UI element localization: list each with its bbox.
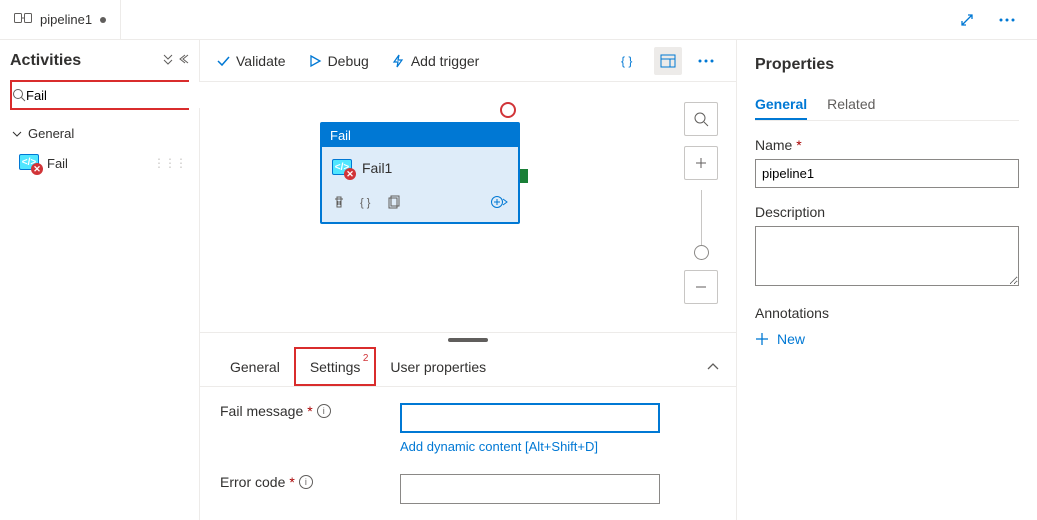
properties-tab-general[interactable]: General: [755, 90, 807, 120]
sidebar-title: Activities: [10, 52, 189, 70]
unsaved-dot-icon: [100, 17, 106, 23]
tab-settings-label: Settings: [310, 359, 361, 375]
add-annotation-button[interactable]: New: [755, 327, 1019, 351]
fail-activity-node[interactable]: Fail </>✕ Fail1 { }: [320, 122, 520, 224]
annotation-circle: [500, 102, 516, 118]
chevron-down-icon: [12, 129, 22, 139]
tab-general[interactable]: General: [216, 347, 294, 386]
info-icon[interactable]: i: [317, 404, 331, 418]
description-label: Description: [755, 204, 1019, 220]
activity-search[interactable]: [10, 80, 189, 110]
validate-label: Validate: [236, 53, 286, 69]
category-label: General: [28, 126, 74, 141]
name-label: Name *: [755, 137, 1019, 153]
pipeline-description-input[interactable]: [755, 226, 1019, 286]
node-type-label: Fail: [322, 124, 518, 147]
code-icon[interactable]: { }: [360, 195, 374, 212]
canvas-toolbar: Validate Debug Add trigger { }: [200, 40, 736, 82]
hide-sidebar-icon[interactable]: [177, 52, 189, 70]
properties-panel: Properties General Related Name * Descri…: [737, 40, 1037, 520]
properties-title: Properties: [755, 56, 1019, 74]
add-trigger-label: Add trigger: [411, 53, 479, 69]
node-name: Fail1: [362, 160, 392, 176]
collapse-all-icon[interactable]: [161, 52, 175, 70]
add-trigger-button[interactable]: Add trigger: [391, 53, 479, 69]
zoom-slider-thumb[interactable]: [694, 245, 709, 260]
error-code-label: Error code * i: [220, 474, 400, 490]
activity-details-panel: General Settings 2 User properties Fail …: [200, 332, 736, 520]
add-output-icon[interactable]: [490, 195, 508, 212]
pipeline-canvas-panel: Validate Debug Add trigger { }: [200, 40, 737, 520]
zoom-in-button[interactable]: [684, 146, 718, 180]
toolbar-more-icon[interactable]: [692, 47, 720, 75]
pipeline-tab-icon: [14, 11, 32, 28]
fit-to-screen-icon[interactable]: [684, 102, 718, 136]
activity-fail[interactable]: </>✕ Fail ⋮⋮⋮: [10, 147, 189, 179]
add-annotation-label: New: [777, 331, 805, 347]
tab-user-properties[interactable]: User properties: [376, 347, 500, 386]
code-view-icon[interactable]: { }: [616, 47, 644, 75]
tab-bar: pipeline1: [0, 0, 1037, 40]
drag-handle-icon: ⋮⋮⋮: [153, 156, 186, 170]
canvas-controls: [684, 102, 718, 304]
zoom-slider[interactable]: [701, 190, 702, 260]
debug-label: Debug: [328, 53, 369, 69]
clone-icon[interactable]: [388, 195, 402, 212]
tab-settings-badge: 2: [363, 353, 369, 364]
properties-toggle-icon[interactable]: [654, 47, 682, 75]
svg-text:{ }: { }: [621, 54, 632, 68]
activity-fail-label: Fail: [47, 156, 68, 171]
add-dynamic-content-link[interactable]: Add dynamic content [Alt+Shift+D]: [400, 439, 660, 454]
fail-message-input[interactable]: [400, 403, 660, 433]
success-port[interactable]: [520, 169, 528, 183]
validate-button[interactable]: Validate: [216, 53, 286, 69]
annotations-label: Annotations: [755, 305, 1019, 321]
zoom-out-button[interactable]: [684, 270, 718, 304]
fail-message-label: Fail message * i: [220, 403, 400, 419]
pipeline-name-input[interactable]: [755, 159, 1019, 188]
more-icon[interactable]: [993, 6, 1021, 34]
panel-resize-handle[interactable]: [200, 333, 736, 347]
activities-sidebar: Activities General </>✕ Fail ⋮⋮⋮: [0, 40, 200, 520]
svg-text:{ }: { }: [360, 197, 371, 209]
delete-icon[interactable]: [332, 195, 346, 212]
search-icon: [12, 88, 26, 102]
error-code-input[interactable]: [400, 474, 660, 504]
node-fail-icon: </>✕: [332, 159, 354, 177]
info-icon[interactable]: i: [299, 475, 313, 489]
activity-search-input[interactable]: [26, 82, 202, 108]
pipeline-tab-title: pipeline1: [40, 12, 92, 27]
sidebar-title-text: Activities: [10, 52, 81, 70]
pipeline-canvas[interactable]: Fail </>✕ Fail1 { }: [200, 82, 736, 332]
category-general[interactable]: General: [10, 120, 189, 147]
properties-tab-related[interactable]: Related: [827, 90, 875, 120]
debug-button[interactable]: Debug: [308, 53, 369, 69]
pipeline-tab[interactable]: pipeline1: [0, 0, 121, 39]
collapse-panel-icon[interactable]: [706, 359, 720, 374]
fail-activity-icon: </>✕: [19, 154, 41, 172]
tab-settings[interactable]: Settings 2: [294, 347, 377, 386]
expand-icon[interactable]: [953, 6, 981, 34]
